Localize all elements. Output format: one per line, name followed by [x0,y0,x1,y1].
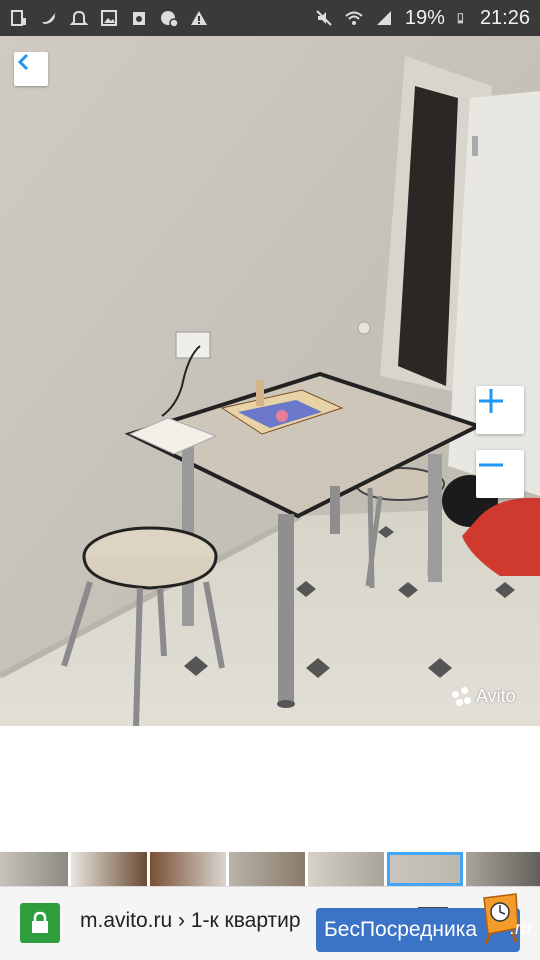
thumbnail[interactable] [229,852,305,886]
bell-icon [70,10,88,25]
mute-icon [316,10,332,26]
lock-button[interactable] [20,903,60,943]
back-button[interactable] [14,52,48,86]
watermark-text: Avito [476,686,516,706]
battery-icon [457,13,463,24]
badge-suffix: .ru [510,918,532,938]
wifi-icon [345,11,363,25]
signal-icon [376,11,391,25]
thumbnail-strip[interactable] [0,852,540,886]
app-screen: 19% 21:26 Avito m.avito.ru › 1-к квартир… [0,0,540,960]
badge-text: БесПосредника [324,918,478,941]
listing-photo[interactable]: Avito [0,36,540,726]
minus-icon [479,463,503,467]
avito-logo-icon [452,686,472,707]
thumbnail-active[interactable] [387,852,463,886]
thumbnail[interactable] [71,852,147,886]
zoom-out-button[interactable] [476,450,524,498]
recycle-icon [133,12,145,25]
thumbnail[interactable] [0,852,68,886]
settings-alert-icon [161,11,178,27]
status-right-icons: 19% 21:26 [315,7,530,30]
status-bar: 19% 21:26 [0,0,540,36]
notification-icon [11,10,26,26]
room-scene [0,36,540,726]
chevron-left-icon [17,53,29,71]
status-left-icons [10,9,208,27]
avito-watermark: Avito [452,686,516,707]
image-icon [101,10,117,26]
url-text[interactable]: m.avito.ru › 1-к квартир [80,909,320,933]
zoom-in-button[interactable] [476,386,524,434]
twitter-icon [42,13,56,24]
clock: 21:26 [479,6,530,29]
warning-icon [191,11,207,25]
thumbnail[interactable] [466,852,540,886]
plus-icon [479,389,503,413]
blank-area [0,726,540,852]
lock-icon [32,911,48,933]
thumbnail[interactable] [150,852,226,886]
battery-percent: 19% [404,6,445,29]
thumbnail[interactable] [308,852,384,886]
